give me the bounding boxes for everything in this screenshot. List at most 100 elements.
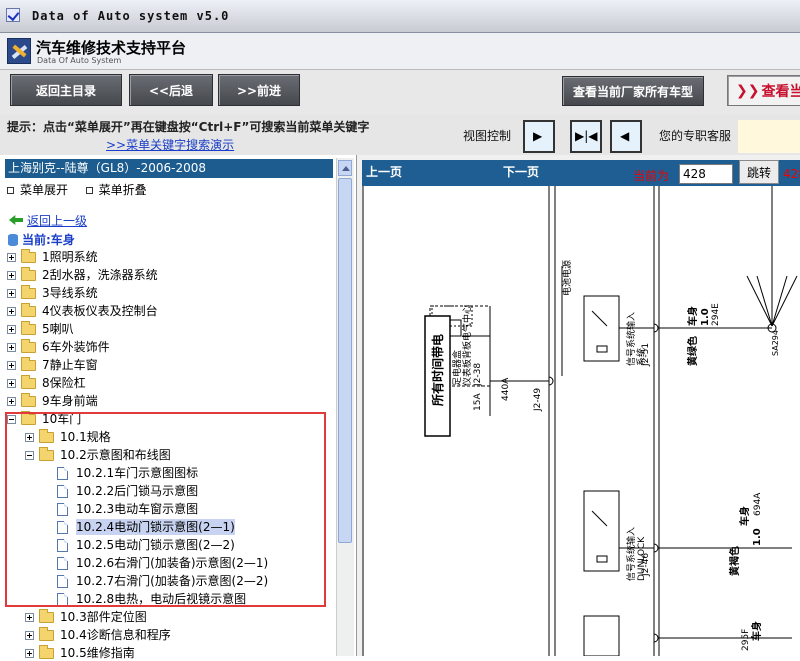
current-node: 当前:车身 (8, 231, 75, 248)
tree-node-label: 2刮水器，洗涤器系统 (42, 268, 158, 282)
tree-node-label: 3导线系统 (42, 286, 98, 300)
fuse-rating: 15A (473, 393, 483, 411)
connector-j2-49: J2-49 (533, 388, 543, 412)
green-back-arrow-icon (9, 215, 23, 225)
database-icon (8, 234, 18, 246)
wrench-logo-icon (7, 38, 31, 64)
scroll-up-arrow-icon[interactable] (338, 160, 352, 176)
expand-icon[interactable] (25, 613, 34, 622)
expand-icon[interactable] (7, 253, 16, 262)
tree-node-label: 10.4诊断信息和程序 (60, 628, 171, 642)
folder-icon (21, 375, 36, 389)
splice-label: SA294 (771, 330, 780, 356)
tree-node-label: 4仪表板仪表及控制台 (42, 304, 158, 318)
menu-expand-link[interactable]: 菜单展开 (20, 183, 68, 197)
expand-icon[interactable] (7, 379, 16, 388)
double-chevron-icon: ❯❯ (736, 82, 760, 99)
folder-icon (21, 303, 36, 317)
expand-icon[interactable] (7, 361, 16, 370)
fuse-desc3: J2-38 (473, 363, 483, 387)
all-models-button[interactable]: 查看当前厂家所有车型 (562, 76, 704, 106)
jump-button[interactable]: 跳转 (739, 160, 779, 184)
wiring-diagram-svg: 所有时间带电 足电器盒 仪表板背板电气中心 J2-38 15A 440A J2-… (362, 186, 798, 656)
app-icon (6, 8, 20, 22)
tree-node-label: 10.5维修指南 (60, 646, 135, 660)
expand-icon[interactable] (7, 271, 16, 280)
current-label: 当前:车身 (22, 233, 75, 247)
collapse-square-icon (85, 187, 93, 194)
expand-icon[interactable] (7, 343, 16, 352)
fuse-box-label: 所有时间带电 (430, 334, 445, 406)
page-input[interactable] (679, 164, 733, 184)
back-button[interactable]: <<后退 (129, 74, 213, 106)
back-up-link[interactable]: 返回上一级 (9, 212, 87, 229)
wire-440a: 440A (501, 377, 511, 401)
folder-icon (21, 393, 36, 407)
battery-power-label: 电池电源 (561, 260, 573, 296)
expand-left-button[interactable]: ◀ (610, 120, 642, 153)
menu-collapse-link[interactable]: 菜单折叠 (99, 183, 147, 197)
app-subtitle: Data Of Auto System (37, 56, 122, 65)
expand-icon[interactable] (7, 325, 16, 334)
folder-icon (39, 609, 54, 623)
wire-color-1: 黄绿色 (686, 336, 699, 366)
body-label-1: 车身 (686, 306, 699, 326)
lock-output-2b: DUNLOCK (637, 536, 647, 581)
lock-output-2: 信号系统输入 (625, 527, 637, 581)
prev-page-button[interactable]: 上一页 (366, 163, 402, 180)
support-label[interactable]: 您的专职客服 (659, 127, 731, 144)
home-button[interactable]: 返回主目录 (10, 74, 122, 106)
expand-icon[interactable] (7, 397, 16, 406)
fuse-desc2: 仪表板背板电气中心 (461, 305, 473, 386)
forward-button[interactable]: >>前进 (218, 74, 300, 106)
split-view-button[interactable]: ▶|◀ (570, 120, 602, 153)
next-page-button[interactable]: 下一页 (503, 163, 539, 180)
body-label-3: 车身 (750, 621, 763, 641)
tree-node-label: 8保险杠 (42, 376, 86, 390)
search-demo-link[interactable]: >>菜单关键字搜索演示 (106, 136, 234, 153)
folder-icon (21, 249, 36, 263)
title-bar: Data of Auto system v5.0 (0, 0, 800, 33)
tree-node-label: 1照明系统 (42, 250, 98, 264)
folder-icon (21, 357, 36, 371)
folder-icon (21, 321, 36, 335)
wire-num-1: 294E (711, 303, 721, 326)
lock-output-1: 信号系统输入 (625, 312, 637, 366)
app-title: 汽车维修技术支持平台 (36, 39, 187, 57)
folder-icon (39, 645, 54, 659)
page-nav-bar (362, 160, 800, 186)
folder-icon (21, 285, 36, 299)
folder-icon (21, 267, 36, 281)
window-title: Data of Auto system v5.0 (32, 9, 230, 23)
menu-ops: 菜单展开 菜单折叠 (7, 181, 147, 198)
fuse-desc1: 足电器盒 (451, 350, 463, 386)
expand-icon[interactable] (25, 649, 34, 658)
lock-output-1b: 系统 (635, 348, 647, 366)
back-up-label: 返回上一级 (27, 214, 88, 228)
body-label-2: 车身 (738, 506, 751, 526)
tree-node-label: 10.3部件定位图 (60, 610, 147, 624)
view-current-button[interactable]: ❯❯ 查看当 (727, 75, 800, 106)
tree-node-label: 5喇叭 (42, 322, 74, 336)
page-label: 当前为 (633, 169, 670, 183)
folder-icon (39, 627, 54, 641)
search-hint: 提示：点击“菜单展开”再在键盘按“Ctrl+F”可搜索当前菜单关键字 (7, 120, 370, 134)
scroll-thumb[interactable] (338, 178, 352, 543)
tree-node-label: 9车身前端 (42, 394, 98, 408)
view-current-label: 查看当 (761, 83, 800, 100)
tree-node-label: 7静止车窗 (42, 358, 98, 372)
highlight-box (5, 412, 326, 607)
split-icon: ▶|◀ (575, 129, 598, 143)
arrow-right-icon: ▶ (533, 129, 543, 143)
expand-icon[interactable] (25, 631, 34, 640)
wire-size-2: 1.0 (752, 528, 763, 546)
expand-right-button[interactable]: ▶ (523, 120, 555, 153)
page-total: 428 (783, 167, 800, 181)
expand-icon[interactable] (7, 289, 16, 298)
expand-icon[interactable] (7, 307, 16, 316)
arrow-left-icon: ◀ (620, 129, 630, 143)
wire-color-2: 黄褐色 (728, 546, 741, 576)
wiring-diagram: 所有时间带电 足电器盒 仪表板背板电气中心 J2-38 15A 440A J2-… (362, 186, 800, 656)
tree-node-label: 6车外装饰件 (42, 340, 110, 354)
wire-num-3: 295F (741, 629, 751, 651)
